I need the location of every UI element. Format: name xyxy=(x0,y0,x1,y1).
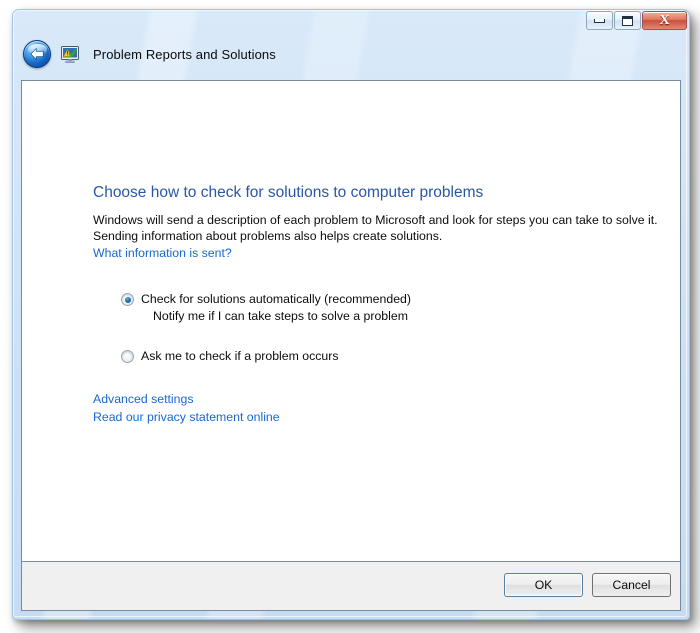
navigation-bar: Problem Reports and Solutions xyxy=(12,31,690,77)
ok-button[interactable]: OK xyxy=(504,573,583,597)
page-title: Choose how to check for solutions to com… xyxy=(93,184,484,201)
maximize-button[interactable] xyxy=(614,11,641,30)
maximize-restore-icon xyxy=(622,15,633,26)
description-text: Windows will send a description of each … xyxy=(93,212,673,244)
option-label-automatic: Check for solutions automatically (recom… xyxy=(141,292,411,306)
advanced-settings-link[interactable]: Advanced settings xyxy=(93,392,194,406)
cancel-button[interactable]: Cancel xyxy=(592,573,671,597)
description-line-2: Sending information about problems also … xyxy=(93,229,443,243)
back-button[interactable] xyxy=(23,40,51,68)
window-controls: X xyxy=(585,11,687,30)
option-spacer xyxy=(121,325,621,348)
content-pane: Choose how to check for solutions to com… xyxy=(21,80,681,562)
radio-ask-me-to-check[interactable] xyxy=(121,350,134,363)
back-arrow-icon xyxy=(30,48,44,60)
solution-check-options: Check for solutions automatically (recom… xyxy=(121,291,621,365)
problem-reports-monitor-icon xyxy=(61,45,79,63)
option-label-ask-me: Ask me to check if a problem occurs xyxy=(141,349,339,363)
option-sublabel-automatic: Notify me if I can take steps to solve a… xyxy=(153,309,408,323)
option-row-ask-me[interactable]: Ask me to check if a problem occurs xyxy=(121,348,621,365)
minimize-button[interactable] xyxy=(586,11,613,30)
minimize-icon xyxy=(594,18,605,23)
dialog-footer: OK Cancel xyxy=(21,562,681,611)
privacy-statement-link[interactable]: Read our privacy statement online xyxy=(93,410,280,424)
what-information-is-sent-link[interactable]: What information is sent? xyxy=(93,246,232,260)
radio-check-automatically[interactable] xyxy=(121,293,134,306)
close-button[interactable]: X xyxy=(642,11,687,30)
option-row-automatic[interactable]: Check for solutions automatically (recom… xyxy=(121,291,621,308)
footer-button-group: OK Cancel xyxy=(504,573,671,597)
close-icon: X xyxy=(659,12,670,28)
window-title: Problem Reports and Solutions xyxy=(93,46,276,62)
description-line-1: Windows will send a description of each … xyxy=(93,213,658,227)
dialog-window: X Problem Reports and Solutions Choose h… xyxy=(12,9,690,620)
